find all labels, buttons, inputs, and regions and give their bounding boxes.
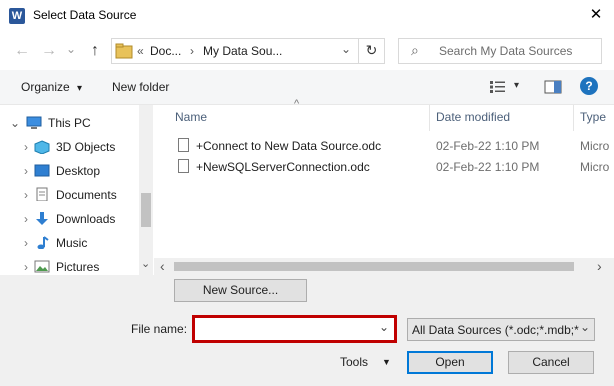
back-arrow-icon[interactable]: ← [13,41,31,61]
odc-file-icon [178,138,189,152]
open-button[interactable]: Open [407,351,493,374]
file-row[interactable]: +Connect to New Data Source.odc 02-Feb-2… [178,135,614,157]
view-options-icon[interactable] [489,80,507,94]
expand-chevron-icon[interactable]: › [24,135,28,159]
breadcrumb-separator[interactable]: › [190,44,194,58]
collapse-chevron-icon[interactable]: ⌄ [10,111,20,135]
word-app-icon: W [9,8,25,24]
recent-locations-chevron-icon[interactable]: ⌄ [66,42,76,56]
odc-file-icon [178,159,189,173]
new-source-button[interactable]: New Source... [174,279,307,302]
sidebar-item-label: Documents [56,188,117,202]
up-arrow-icon[interactable]: ↑ [86,41,104,61]
sidebar-item-label: Downloads [56,212,116,226]
horizontal-scroll-thumb[interactable] [174,262,574,271]
organize-button[interactable]: Organize ▾ [21,80,82,94]
sort-ascending-icon: ^ [294,98,300,110]
expand-chevron-icon[interactable]: › [24,207,28,231]
column-header-date-modified[interactable]: Date modified [436,105,510,131]
desktop-icon [34,164,50,177]
address-bar[interactable]: « Doc... › My Data Sou... ⌄ [111,38,385,64]
forward-arrow-icon[interactable]: → [40,41,58,61]
breadcrumb-my-data-sources[interactable]: My Data Sou... [203,44,282,58]
downloads-icon [36,212,48,225]
sidebar-item-label: This PC [48,116,91,130]
file-type: Micro [580,139,610,153]
close-icon[interactable]: ✕ [584,4,608,26]
folder-icon [115,43,133,59]
scroll-left-icon[interactable]: ‹ [160,258,165,274]
file-list-scrollbar[interactable]: ‹ › [154,258,614,275]
pictures-icon [34,260,50,273]
expand-chevron-icon[interactable]: › [24,183,28,207]
sidebar-item-label: 3D Objects [56,140,116,154]
music-icon [37,236,49,249]
navigation-pane: ⌄ This PC › 3D Objects › Desktop › Docum… [0,105,153,275]
dialog-footer: New Source... File name: ⌄ All Data Sour… [0,275,614,386]
computer-icon [26,116,42,129]
overflow-chevrons[interactable]: « [137,44,144,58]
sidebar-scroll-thumb[interactable] [141,193,151,227]
sidebar-item-label: Music [56,236,88,250]
file-name-input[interactable]: ⌄ [192,315,397,343]
command-bar: Organize ▾ New folder ▾ ? [0,70,614,105]
window-title: Select Data Source [33,8,137,22]
column-header-name[interactable]: Name [175,105,207,131]
file-row[interactable]: +NewSQLServerConnection.odc 02-Feb-22 1:… [178,156,614,178]
cancel-button[interactable]: Cancel [508,351,594,374]
file-type-value: All Data Sources (*.odc;*.mdb;* [412,323,579,337]
file-date: 02-Feb-22 1:10 PM [436,160,540,174]
address-dropdown-icon[interactable]: ⌄ [341,42,351,56]
refresh-icon[interactable]: ↻ [358,38,384,64]
column-header-type[interactable]: Type [580,105,606,131]
preview-pane-icon[interactable] [544,80,562,94]
cube-icon [34,140,50,154]
expand-chevron-icon[interactable]: › [24,231,28,255]
scroll-right-icon[interactable]: › [597,258,602,274]
organize-dropdown-icon: ▾ [77,83,83,94]
file-type: Micro [580,160,610,174]
view-dropdown-icon[interactable]: ▾ [514,80,519,91]
search-icon: ⌕ [411,42,419,58]
tools-dropdown-icon: ▼ [382,357,391,367]
sidebar-item-label: Desktop [56,164,101,178]
search-input[interactable]: ⌕ Search My Data Sources [398,38,602,64]
documents-icon [36,187,48,201]
file-date: 02-Feb-22 1:10 PM [436,139,540,153]
file-list [154,105,614,258]
file-name: +Connect to New Data Source.odc [196,139,382,153]
file-name-dropdown-icon[interactable]: ⌄ [379,320,389,334]
column-divider[interactable] [429,105,430,131]
file-name-label: File name: [131,322,188,336]
title-bar: W Select Data Source ✕ [0,0,614,32]
tools-label: Tools [340,355,369,369]
search-placeholder: Search My Data Sources [439,44,573,58]
organize-label: Organize [21,80,70,94]
file-type-select[interactable]: All Data Sources (*.odc;*.mdb;* ⌄ [407,318,595,341]
scroll-down-icon[interactable]: ⌄ [141,257,150,270]
column-divider[interactable] [573,105,574,131]
breadcrumb-documents[interactable]: Doc... [150,44,181,58]
file-name: +NewSQLServerConnection.odc [196,160,370,174]
sidebar-scrollbar[interactable]: ⌄ [139,105,153,275]
help-icon[interactable]: ? [580,77,598,95]
tools-menu[interactable]: Tools ▼ [330,351,402,374]
new-folder-button[interactable]: New folder [112,80,169,94]
expand-chevron-icon[interactable]: › [24,159,28,183]
file-type-dropdown-icon: ⌄ [580,320,591,334]
